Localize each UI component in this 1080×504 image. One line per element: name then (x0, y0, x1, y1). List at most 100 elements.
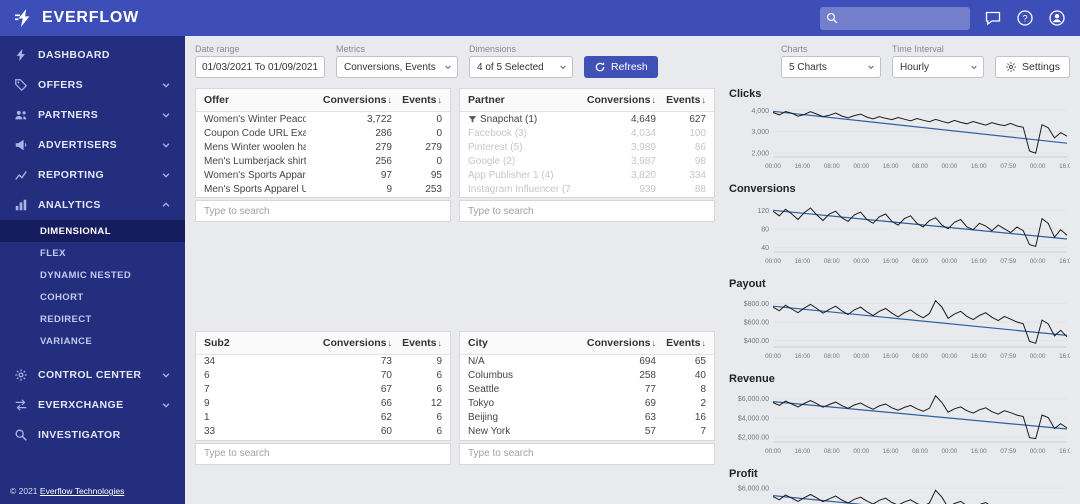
analytics-icon (14, 198, 28, 212)
search-input[interactable] (843, 11, 964, 25)
chat-icon[interactable] (984, 9, 1002, 27)
column-header-offer[interactable]: Offer (196, 94, 306, 106)
table-row[interactable]: Coupon Code URL Example to ...2860 (196, 126, 450, 140)
filter-icon (468, 115, 477, 124)
svg-text:4,000: 4,000 (751, 108, 769, 115)
sidebar-item-control-center[interactable]: CONTROL CENTER (0, 360, 185, 390)
table-row[interactable]: 7 67 6 (196, 383, 450, 397)
table-row[interactable]: 6 70 6 (196, 369, 450, 383)
charts-label: Charts (781, 44, 808, 54)
table-row[interactable]: Pinterest (5) 3,989 86 (460, 140, 714, 154)
chart-plot: 4,000 3,000 2,000 00:00 16:00 08:00 00:00 16:00… (729, 102, 1070, 172)
sidebar-item-everxchange[interactable]: EVERXCHANGE (0, 390, 185, 420)
logo-text: EVERFLOW (42, 9, 140, 26)
table-row[interactable]: Men's Sports Apparel USA (3)9253 (196, 182, 450, 196)
sidebar-item-dynamic-nested[interactable]: DYNAMIC NESTED (0, 264, 185, 286)
everflow-logo[interactable]: EVERFLOW (0, 8, 185, 28)
column-header-partner[interactable]: Partner (460, 94, 570, 106)
table-row[interactable]: 34 73 9 (196, 355, 450, 369)
table-search-input[interactable] (460, 448, 714, 459)
column-header-conversions[interactable]: Conversions↓ (306, 94, 392, 106)
table-row[interactable]: 1 62 6 (196, 411, 450, 425)
table-panel-offer: Offer Conversions↓ Events↓ Women's Winter P… (195, 88, 451, 321)
table-search-input[interactable] (196, 448, 450, 459)
table-row[interactable]: Beijing 63 16 (460, 411, 714, 425)
reporting-icon (14, 168, 28, 182)
column-header-conversions[interactable]: Conversions↓ (570, 337, 656, 349)
table-row[interactable]: Women's Sports Apparel - USA...9795 (196, 168, 450, 182)
table-row[interactable]: Instagram Influencer (7) 939 88 (460, 182, 714, 196)
column-header-city[interactable]: City (460, 337, 570, 349)
table-row[interactable]: Facebook (3) 4,034 100 (460, 126, 714, 140)
table-row[interactable]: 33 60 6 (196, 425, 450, 439)
sidebar-item-dimensional[interactable]: DIMENSIONAL (0, 220, 185, 242)
column-header-conversions[interactable]: Conversions↓ (570, 94, 656, 106)
refresh-button[interactable]: Refresh (584, 56, 658, 78)
svg-text:08:00: 08:00 (824, 163, 840, 170)
settings-button[interactable]: Settings (995, 56, 1070, 78)
svg-text:00:00: 00:00 (942, 448, 958, 455)
investigator-icon (14, 428, 28, 442)
svg-text:00:00: 00:00 (942, 353, 958, 360)
table-row[interactable]: Men's Lumberjack shirt 2019 (4)2560 (196, 154, 450, 168)
svg-text:07:59: 07:59 (1000, 163, 1016, 170)
sidebar-item-analytics[interactable]: ANALYTICS (0, 190, 185, 220)
svg-text:16:00: 16:00 (883, 163, 899, 170)
everflow-technologies-link[interactable]: Everflow Technologies (40, 486, 124, 496)
sidebar-item-advertisers[interactable]: ADVERTISERS (0, 130, 185, 160)
sort-desc-icon: ↓ (437, 337, 443, 348)
column-header-sub2[interactable]: Sub2 (196, 337, 306, 349)
table-row[interactable]: Women's Winter Peacoat 2020 (1)3,7220 (196, 112, 450, 126)
chart-conversions: Conversions 120 80 40 00:00 16:00 08:00 00:00 16… (729, 183, 1070, 267)
help-icon[interactable]: ? (1016, 9, 1034, 27)
svg-text:16:00: 16:00 (1059, 448, 1070, 455)
sidebar-item-flex[interactable]: FLEX (0, 242, 185, 264)
column-header-events[interactable]: Events↓ (656, 94, 714, 106)
table-row[interactable]: 9 66 12 (196, 397, 450, 411)
table-row[interactable]: Mens Winter woolen hat - Blac...279279 (196, 140, 450, 154)
sidebar-item-variance[interactable]: VARIANCE (0, 330, 185, 352)
sort-desc-icon: ↓ (701, 337, 707, 348)
time-interval-select[interactable]: Hourly (892, 56, 985, 78)
svg-text:$2,000.00: $2,000.00 (738, 435, 769, 442)
main-content: Date range Metrics Conversions, Events D… (185, 36, 1080, 504)
column-header-events[interactable]: Events↓ (656, 337, 714, 349)
dimensions-label: Dimensions (469, 44, 517, 54)
table-row[interactable]: App Publisher 1 (4) 3,820 334 (460, 168, 714, 182)
sort-desc-icon: ↓ (437, 95, 443, 105)
metrics-value: Conversions, Events (344, 61, 436, 73)
charts-select[interactable]: 5 Charts (781, 56, 882, 78)
topbar-actions: ? (820, 6, 1080, 30)
table-row[interactable]: Google (2) 3,987 98 (460, 154, 714, 168)
sidebar-item-dashboard[interactable]: DASHBOARD (0, 40, 185, 70)
user-profile-icon[interactable] (1048, 9, 1066, 27)
column-header-events[interactable]: Events↓ (392, 94, 450, 106)
column-header-events[interactable]: Events↓ (392, 337, 450, 349)
sidebar-item-cohort[interactable]: COHORT (0, 286, 185, 308)
sidebar-item-investigator[interactable]: INVESTIGATOR (0, 420, 185, 450)
sidebar-item-redirect[interactable]: REDIRECT (0, 308, 185, 330)
everxchange-icon (14, 398, 28, 412)
sidebar-item-reporting[interactable]: REPORTING (0, 160, 185, 190)
dimensions-select[interactable]: 4 of 5 Selected (469, 56, 573, 78)
time-interval-group: Time Interval Hourly (892, 44, 985, 78)
table-row[interactable]: Seattle 77 8 (460, 383, 714, 397)
sidebar-item-offers[interactable]: OFFERS (0, 70, 185, 100)
table-row[interactable]: New York 57 7 (460, 425, 714, 439)
table-search-input[interactable] (196, 205, 450, 217)
table-row[interactable]: N/A 694 65 (460, 355, 714, 369)
svg-text:00:00: 00:00 (765, 353, 781, 360)
svg-text:16:00: 16:00 (883, 353, 899, 360)
metrics-select[interactable]: Conversions, Events (336, 56, 458, 78)
svg-text:07:59: 07:59 (1000, 448, 1016, 455)
table-row[interactable]: Tokyo 69 2 (460, 397, 714, 411)
sidebar-nav: DASHBOARD OFFERS PARTNERS ADVERTISERS REPORT… (0, 36, 185, 480)
svg-text:08:00: 08:00 (912, 163, 928, 170)
table-row[interactable]: Columbus 258 40 (460, 369, 714, 383)
table-row[interactable]: Snapchat (1) 4,649 627 (460, 112, 714, 126)
sidebar-item-partners[interactable]: PARTNERS (0, 100, 185, 130)
table-search-input[interactable] (460, 205, 714, 217)
charts-value: 5 Charts (789, 61, 827, 73)
column-header-conversions[interactable]: Conversions↓ (306, 337, 392, 349)
date-range-input[interactable] (195, 56, 325, 78)
